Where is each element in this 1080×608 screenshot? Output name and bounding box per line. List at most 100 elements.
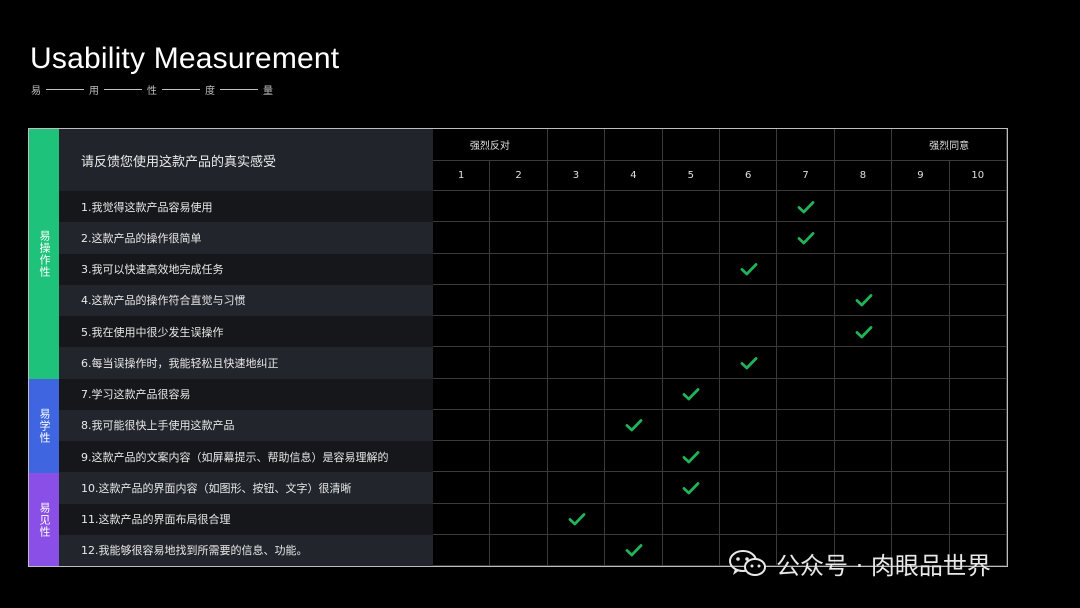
survey-table: 易操作性 易学性 易见性 请反馈您使用这款产品的真实感受 1.我觉得这款产品容易… — [28, 128, 1008, 567]
rating-cell — [433, 347, 491, 379]
rating-cell — [662, 534, 720, 566]
rating-cell — [834, 503, 893, 535]
rating-cell — [834, 378, 893, 410]
rating-cell — [547, 316, 606, 348]
scale-header-cell — [834, 129, 893, 161]
rating-cell — [834, 472, 893, 504]
checkmark-icon — [855, 294, 872, 307]
rating-cell — [777, 441, 835, 473]
rating-cell — [547, 409, 606, 441]
rating-cell — [892, 316, 950, 348]
scale-header-cell — [777, 129, 835, 161]
rating-cell — [490, 347, 548, 379]
category-column: 易操作性 易学性 易见性 — [29, 129, 59, 566]
checkmark-icon — [682, 481, 700, 495]
question-row: 3.我可以快速高效地完成任务 — [59, 253, 433, 285]
subtitle-char: 量 — [263, 86, 273, 97]
rating-cell — [834, 441, 893, 473]
rating-cell — [720, 409, 778, 441]
scale-number: 9 — [892, 161, 950, 191]
scale-header-cell — [605, 129, 663, 161]
subtitle-char: 度 — [205, 86, 215, 97]
rating-cell — [777, 347, 835, 379]
rating-cell — [892, 253, 950, 285]
rating-cell — [662, 284, 720, 316]
question-row: 6.每当误操作时，我能轻松且快速地纠正 — [59, 347, 433, 379]
watermark-text: 公众号 · 肉眼品世界 — [776, 552, 991, 580]
scale-number: 7 — [777, 161, 835, 191]
rating-cell — [720, 441, 778, 473]
rating-cell — [720, 378, 778, 410]
rating-cell — [662, 347, 720, 379]
rating-cell — [949, 503, 1007, 535]
question-row: 9.这款产品的文案内容（如屏幕提示、帮助信息）是容易理解的 — [59, 441, 433, 473]
rating-cell — [892, 503, 950, 535]
rating-cell — [949, 284, 1007, 316]
subtitle-char: 用 — [89, 86, 99, 97]
rating-cell — [547, 222, 606, 254]
category-learnability: 易学性 — [29, 379, 59, 473]
question-row: 8.我可能很快上手使用这款产品 — [59, 409, 433, 441]
rating-cell — [605, 441, 663, 473]
question-row: 4.这款产品的操作符合直觉与习惯 — [59, 284, 433, 316]
rating-cell — [605, 253, 663, 285]
rating-cell — [547, 441, 606, 473]
rating-cell — [490, 409, 548, 441]
rating-cell — [834, 347, 893, 379]
rating-cell — [892, 472, 950, 504]
watermark: 公众号 · 肉眼品世界 — [728, 546, 991, 581]
scale-header-cell — [547, 129, 606, 161]
rating-cell — [490, 503, 548, 535]
rating-cell — [777, 378, 835, 410]
rating-cell — [777, 284, 835, 316]
rating-cell — [547, 284, 606, 316]
slide-subtitle: 易 用 性 度 量 — [30, 82, 274, 97]
question-row: 1.我觉得这款产品容易使用 — [59, 191, 433, 223]
scale-number: 8 — [834, 161, 893, 191]
rating-cell — [662, 409, 720, 441]
subtitle-char: 性 — [147, 86, 157, 97]
rating-cell — [547, 534, 606, 566]
scale-number: 5 — [662, 161, 720, 191]
rating-cell — [662, 222, 720, 254]
scale-right-label: 强烈同意 — [892, 129, 1007, 161]
rating-cell — [490, 253, 548, 285]
rating-cell — [777, 472, 835, 504]
subtitle-char: 易 — [31, 86, 41, 97]
rating-cell — [662, 316, 720, 348]
rating-cell — [547, 347, 606, 379]
rating-cell — [433, 378, 491, 410]
rating-cell — [892, 409, 950, 441]
scale-header-cell — [662, 129, 720, 161]
checkmark-icon — [625, 544, 643, 557]
rating-cell — [605, 472, 663, 504]
checkmark-icon — [797, 231, 815, 245]
question-column: 请反馈您使用这款产品的真实感受 1.我觉得这款产品容易使用 2.这款产品的操作很简… — [59, 129, 433, 566]
rating-cell — [720, 284, 778, 316]
rating-cell — [892, 441, 950, 473]
rating-cell — [433, 316, 491, 348]
rating-cell — [490, 191, 548, 223]
checkmark-icon — [797, 200, 815, 214]
subtitle-divider — [220, 89, 258, 90]
rating-cell — [490, 378, 548, 410]
rating-cell — [892, 191, 950, 223]
rating-cell — [720, 191, 778, 223]
rating-cell — [892, 347, 950, 379]
rating-cell — [605, 316, 663, 348]
checkmark-icon — [568, 513, 585, 526]
category-visibility: 易见性 — [29, 473, 59, 566]
rating-cell — [720, 503, 778, 535]
scale-number: 2 — [490, 161, 548, 191]
rating-cell — [949, 409, 1007, 441]
rating-cell — [433, 534, 491, 566]
question-row: 11.这款产品的界面布局很合理 — [59, 503, 433, 535]
scale-left-label: 强烈反对 — [433, 129, 548, 161]
checkmark-icon — [682, 388, 700, 401]
category-ease-of-operation: 易操作性 — [29, 129, 59, 379]
rating-cell — [490, 534, 548, 566]
rating-cell — [605, 503, 663, 535]
rating-cell — [834, 409, 893, 441]
rating-cell — [949, 253, 1007, 285]
rating-cell — [834, 222, 893, 254]
